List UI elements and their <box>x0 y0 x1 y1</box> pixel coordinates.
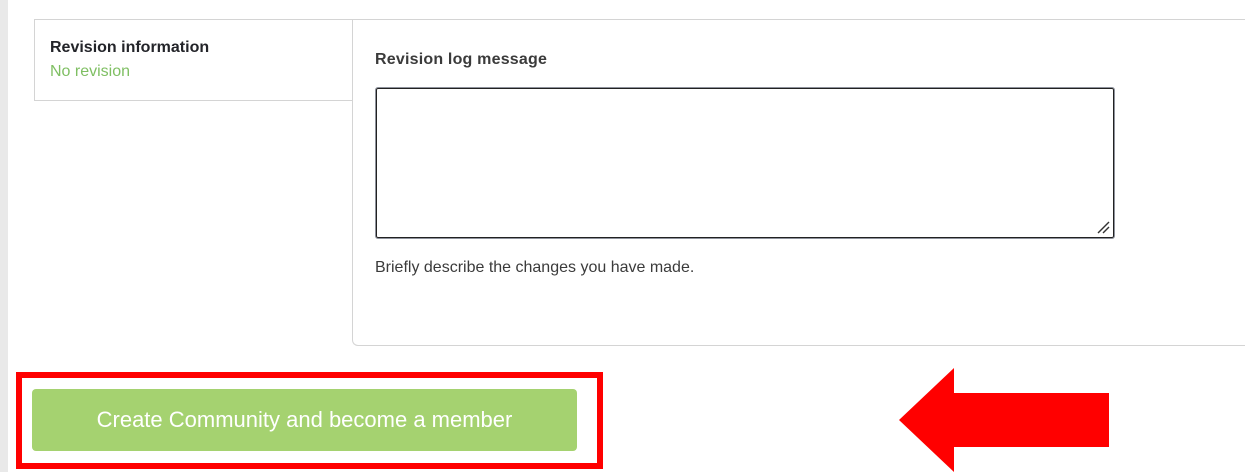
annotation-highlight-box <box>16 372 603 469</box>
page: Revision information No revision Revisio… <box>0 0 1245 472</box>
arrow-left-icon <box>899 368 1109 472</box>
revision-pane: Revision log message Briefly describe th… <box>352 19 1245 346</box>
left-rail <box>0 0 8 472</box>
revision-log-label: Revision log message <box>375 51 548 68</box>
resize-grip-icon[interactable] <box>1096 220 1110 234</box>
vertical-tabs: Revision information No revision Revisio… <box>34 0 1245 346</box>
tab-title: Revision information <box>50 39 210 56</box>
revision-log-textarea[interactable] <box>375 87 1115 239</box>
revision-log-description: Briefly describe the changes you have ma… <box>375 259 695 276</box>
tab-revision-information[interactable]: Revision information No revision <box>34 19 352 101</box>
tab-summary: No revision <box>50 63 131 80</box>
